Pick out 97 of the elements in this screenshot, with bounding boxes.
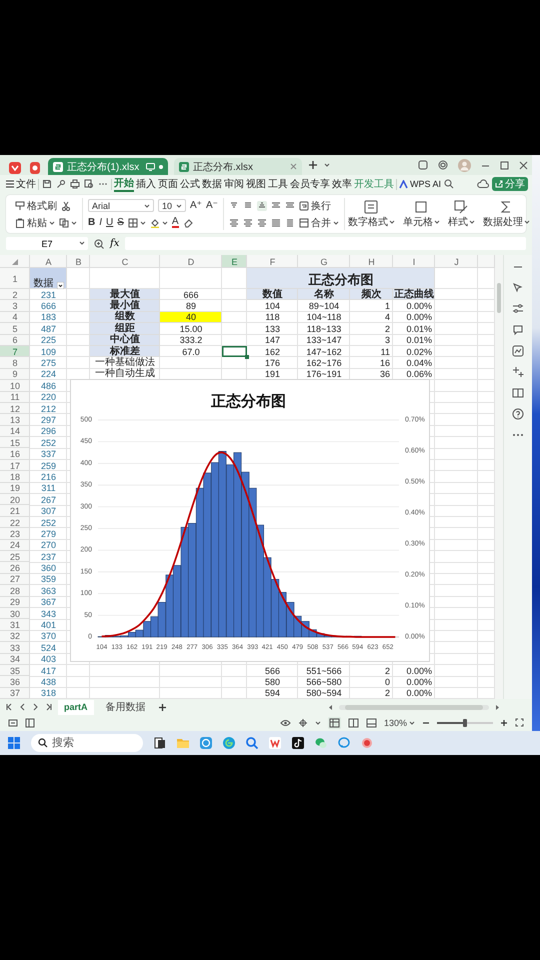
table-cell-text: 566 [264, 664, 282, 676]
table-cell-text: 0.04% [405, 357, 433, 369]
table-cell-text: 2 [384, 688, 391, 699]
label-cell: 中心值 [90, 334, 160, 346]
label-cell: 标准差 [90, 346, 160, 358]
table-cell-text: 0.00% [405, 664, 433, 676]
table-cell-text: 1 [384, 300, 391, 312]
data-cell-text: 370 [40, 630, 58, 642]
data-cell-text: 337 [40, 448, 58, 460]
header-cell: 名称 [298, 289, 350, 300]
data-cell-text: 417 [40, 664, 58, 676]
label-cell: 组数 [90, 312, 160, 324]
data-cell-text: 360 [40, 562, 58, 574]
table-cell-text: 0.06% [405, 368, 433, 380]
table-cell-text: 594 [264, 688, 282, 699]
data-cell-text: 367 [40, 596, 58, 608]
table-title: 正态分布图 [247, 268, 435, 289]
value-cell-text: 67.0 [181, 346, 201, 358]
data-cell-text: 212 [40, 402, 58, 414]
table-cell-text: 0.00% [405, 300, 433, 312]
table-cell-text: 11 [380, 346, 391, 358]
table-cell-text: 4 [384, 312, 391, 324]
data-cell-text: 183 [40, 312, 58, 324]
data-cell-text: 438 [40, 676, 58, 688]
value-cell: 40 [160, 312, 222, 324]
data-cell-text: 275 [40, 357, 58, 369]
table-cell-text: 104 [264, 300, 282, 312]
table-cell-text: 16 [378, 357, 391, 369]
table-cell-text: 104~118 [306, 312, 342, 324]
data-cell-text: 220 [40, 392, 58, 403]
table-cell-text: 36 [378, 368, 391, 380]
chart-title: 正态分布图 [211, 393, 286, 410]
value-cell-text: 89 [184, 300, 197, 312]
table-cell-text: 2 [384, 323, 391, 335]
table-cell-text: 580 [264, 676, 282, 688]
header-cell: 频次 [350, 289, 393, 300]
data-cell-text: 224 [40, 368, 58, 380]
label-cell: 组距 [90, 323, 160, 335]
table-cell-text: 133~147 [305, 334, 343, 346]
data-cell-text: 279 [40, 528, 58, 540]
table-cell-text: 0 [384, 676, 391, 688]
data-cell-text: 401 [40, 619, 58, 631]
data-cell-text: 486 [40, 380, 58, 392]
column-title: 数据 [34, 279, 54, 289]
table-cell-text: 551~566 [305, 664, 343, 676]
table-cell-text: 0.01% [405, 334, 433, 346]
data-cell-text: 225 [40, 334, 58, 346]
table-cell-text: 147~162 [305, 346, 343, 358]
table-cell-text: 3 [384, 334, 391, 346]
value-cell-text: 666 [182, 289, 200, 300]
data-cell-text: 524 [40, 642, 58, 654]
data-cell-text: 666 [40, 300, 58, 312]
data-cell-text: 252 [40, 437, 58, 448]
data-cell-text: 259 [40, 460, 58, 472]
data-cell-text: 109 [40, 346, 58, 358]
note-cell-text: 一种自动生成 [94, 368, 156, 380]
value-cell-text: 333.2 [178, 334, 204, 346]
table-cell-text: 0.01% [405, 323, 433, 335]
data-cell-text: 231 [40, 289, 58, 300]
table-cell-text: 0.00% [405, 688, 433, 699]
data-cell-text: 267 [40, 494, 58, 506]
data-cell-text: 307 [40, 505, 58, 517]
table-cell-text: 118 [264, 312, 281, 324]
label-cell: 最大值 [90, 289, 160, 300]
table-cell-text: 118~133 [306, 323, 342, 335]
table-cell-text: 566~580 [305, 676, 343, 688]
data-cell-text: 311 [40, 482, 57, 494]
table-cell-text: 2 [384, 664, 391, 676]
header-cell: 数值 [247, 289, 298, 300]
data-cell-text: 343 [40, 608, 58, 620]
table-cell-text: 133 [264, 323, 282, 335]
data-cell-text: 297 [40, 414, 58, 426]
data-cell-text: 363 [40, 585, 58, 597]
note-cell-text: 一种基础做法 [94, 357, 156, 368]
header-cell: 正态曲线 [393, 289, 435, 300]
data-cell-text: 252 [40, 516, 58, 528]
data-cell-text: 216 [40, 471, 58, 483]
table-cell-text: 176 [264, 357, 282, 369]
data-cell-text: 318 [40, 688, 58, 699]
table-cell-text: 162 [264, 346, 282, 358]
table-cell-text: 162~176 [305, 357, 343, 369]
data-cell-text: 403 [40, 654, 58, 665]
data-cell-text: 359 [40, 574, 58, 586]
table-cell-text: 0.00% [405, 312, 433, 324]
table-cell-text: 176~191 [305, 368, 343, 380]
label-cell: 最小值 [90, 300, 160, 312]
table-cell-text: 147 [264, 334, 282, 346]
table-cell-text: 0.00% [405, 676, 433, 688]
data-cell-text: 296 [40, 426, 58, 438]
data-cell-text: 237 [40, 550, 58, 562]
table-cell-text: 191 [264, 368, 282, 380]
data-cell-text: 487 [40, 323, 58, 335]
table-cell-text: 0.02% [405, 346, 433, 358]
table-cell-text: 89~104 [308, 300, 340, 312]
data-cell-text: 270 [40, 540, 58, 551]
value-cell-text: 15.00 [178, 323, 204, 335]
table-cell-text: 580~594 [305, 688, 343, 699]
